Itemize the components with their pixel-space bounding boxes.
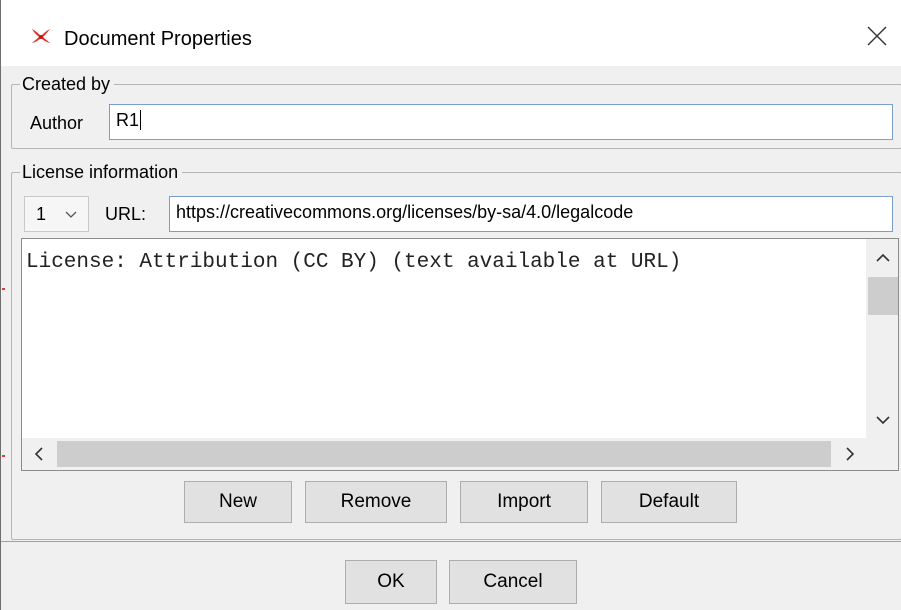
license-index-value: 1 (36, 204, 47, 224)
close-button[interactable] (861, 20, 893, 52)
document-properties-dialog: Document Properties Created by Author R1… (0, 0, 901, 610)
created-by-legend: Created by (20, 73, 115, 95)
title-bar: Document Properties (1, 0, 901, 66)
close-icon (867, 26, 887, 46)
cancel-button[interactable]: Cancel (449, 560, 577, 604)
url-label: URL: (105, 204, 147, 224)
footer-separator (1, 541, 901, 542)
url-input[interactable]: https://creativecommons.org/licenses/by-… (169, 196, 893, 232)
app-icon (30, 26, 52, 46)
scroll-down-icon[interactable] (876, 415, 890, 425)
ok-button[interactable]: OK (345, 560, 437, 604)
author-label: Author (30, 113, 84, 133)
default-button[interactable]: Default (601, 481, 737, 523)
scroll-right-icon[interactable] (845, 447, 855, 461)
left-edge-mark (2, 288, 5, 290)
vertical-scroll-thumb[interactable] (868, 277, 898, 315)
scroll-corner (866, 438, 898, 470)
chevron-down-icon (65, 211, 77, 218)
import-button[interactable]: Import (460, 481, 588, 523)
new-button[interactable]: New (184, 481, 292, 523)
author-input[interactable]: R1 (109, 104, 893, 140)
license-legend: License information (20, 161, 183, 183)
url-value: https://creativecommons.org/licenses/by-… (176, 202, 634, 222)
scroll-left-icon[interactable] (34, 447, 44, 461)
horizontal-scroll-thumb[interactable] (57, 441, 831, 467)
author-value: R1 (116, 110, 140, 130)
window-title: Document Properties (64, 28, 252, 50)
scroll-up-icon[interactable] (876, 253, 890, 263)
left-edge-mark (2, 455, 5, 457)
license-text: License: Attribution (CC BY) (text avail… (26, 251, 682, 274)
license-text-area[interactable]: License: Attribution (CC BY) (text avail… (21, 238, 899, 471)
license-index-select[interactable]: 1 (24, 196, 89, 232)
vertical-scrollbar[interactable] (866, 239, 898, 438)
remove-button[interactable]: Remove (305, 481, 447, 523)
horizontal-scrollbar[interactable] (22, 438, 867, 470)
